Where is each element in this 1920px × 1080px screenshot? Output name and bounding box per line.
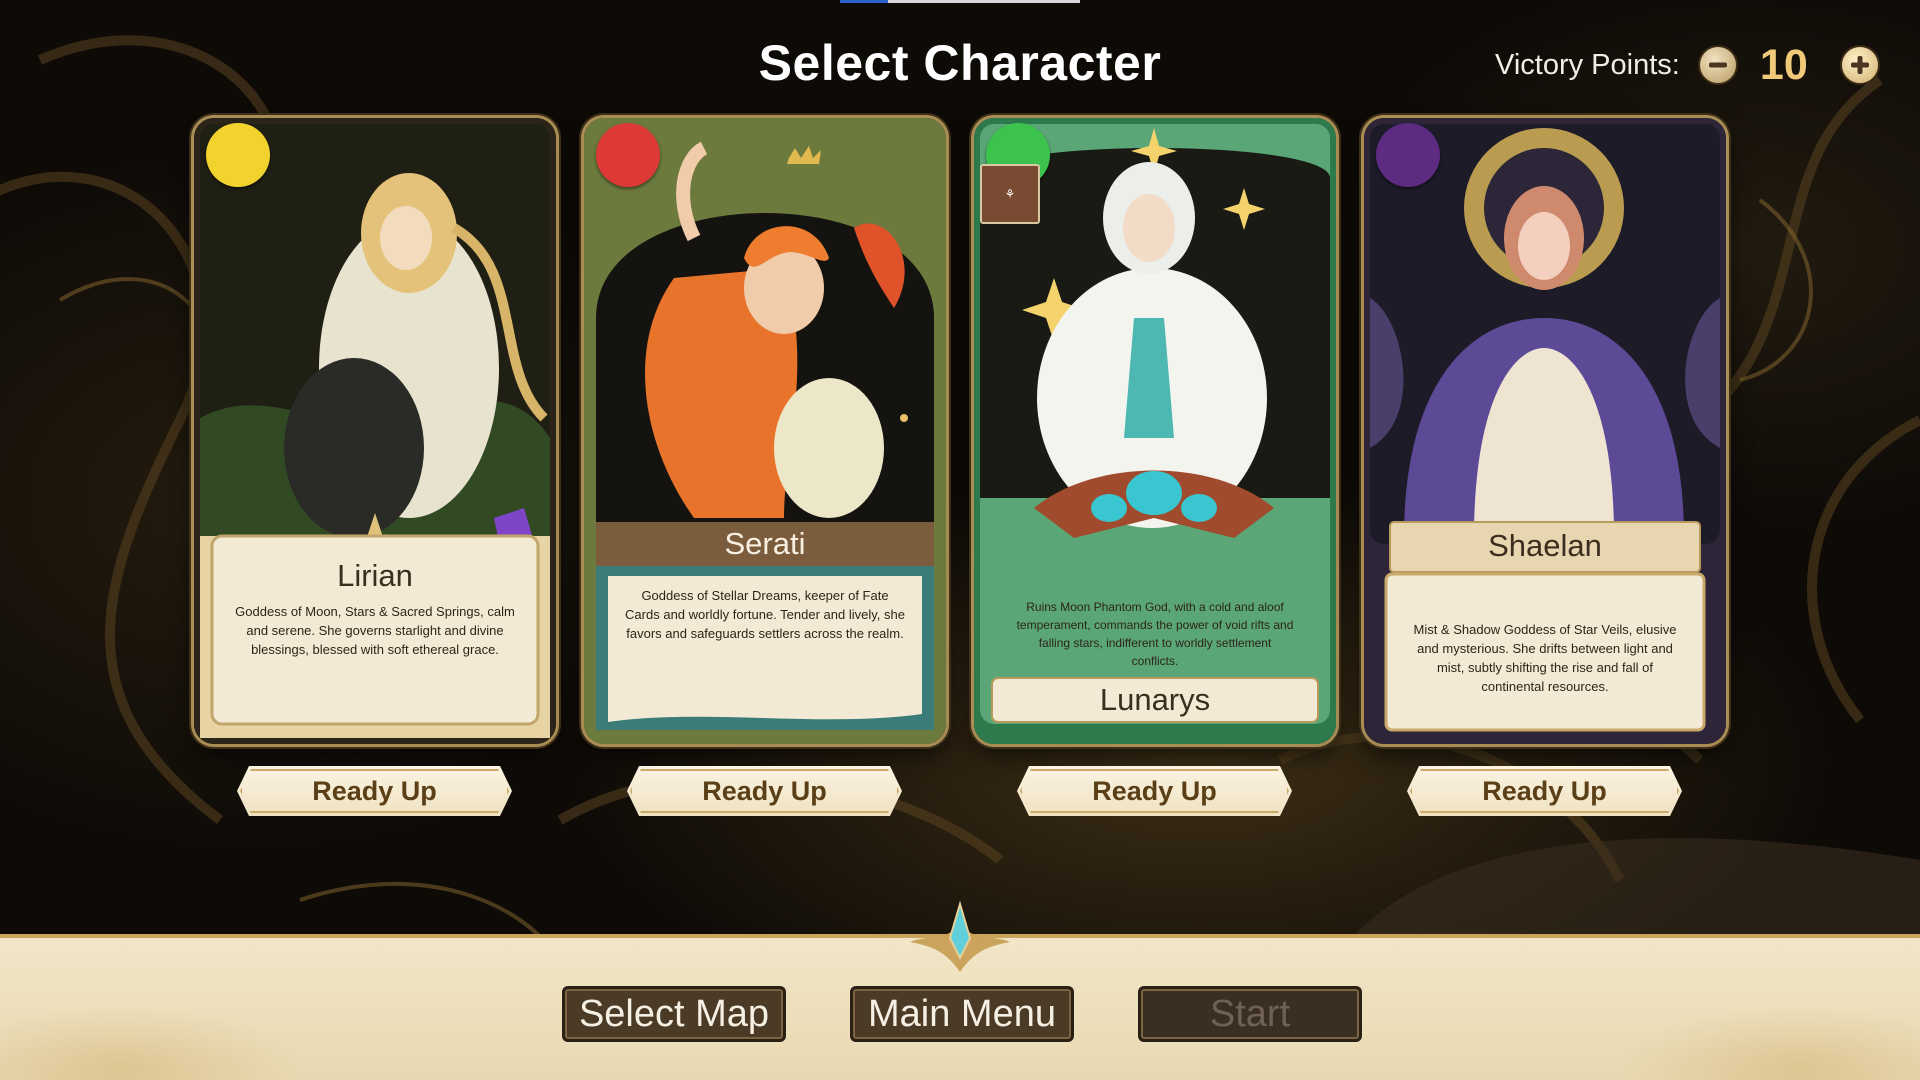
ready-up-label: Ready Up (1092, 775, 1217, 806)
main-menu-button[interactable]: Main Menu (850, 986, 1074, 1042)
window-top-indicator (840, 0, 1080, 3)
victory-points-value: 10 (1759, 40, 1808, 89)
game-screen: Select Character Victory Points: 10 Liri… (0, 0, 1920, 1080)
decrease-victory-points-button[interactable] (1697, 45, 1738, 85)
player-color-indicator (206, 123, 270, 187)
select-map-button[interactable]: Select Map (562, 986, 786, 1042)
ready-up-button-serati[interactable]: Ready Up (627, 766, 902, 816)
character-name: Lirian (337, 558, 413, 593)
start-button[interactable]: Start (1138, 986, 1362, 1042)
victory-points-control: Victory Points: 10 (1495, 38, 1880, 92)
plus-circle-icon (1850, 56, 1869, 74)
character-card-lirian[interactable]: Lirian Goddess of Moon, Stars & Sacred S… (194, 118, 556, 744)
ready-up-label: Ready Up (702, 775, 827, 806)
character-card-lunarys[interactable]: ⚘ Ruins Moon Phantom God, with a cold an… (974, 118, 1336, 744)
minus-circle-icon (1708, 62, 1727, 68)
character-description: Ruins Moon Phantom God, with a cold and … (1016, 600, 1294, 668)
character-portrait-serati (584, 118, 946, 744)
character-name: Shaelan (1488, 528, 1602, 563)
character-card-shaelan[interactable]: Shaelan Mist & Shadow Goddess of Star Ve… (1364, 118, 1726, 744)
player-color-indicator (596, 123, 660, 187)
ready-up-label: Ready Up (1482, 775, 1607, 806)
character-description: Goddess of Moon, Stars & Sacred Springs,… (235, 604, 515, 657)
character-description: Mist & Shadow Goddess of Star Veils, elu… (1413, 622, 1677, 694)
ready-up-button-lirian[interactable]: Ready Up (237, 766, 512, 816)
player-color-indicator (1376, 123, 1440, 187)
character-name: Serati (724, 526, 806, 561)
increase-victory-points-button[interactable] (1839, 45, 1880, 85)
ready-up-button-shaelan[interactable]: Ready Up (1407, 766, 1682, 816)
crest-ornament-icon (910, 900, 1010, 972)
victory-points-label: Victory Points: (1495, 48, 1680, 81)
ready-up-button-lunarys[interactable]: Ready Up (1017, 766, 1292, 816)
character-name: Lunarys (1099, 682, 1211, 717)
character-description: Goddess of Stellar Dreams, keeper of Fat… (625, 588, 905, 641)
character-card-serati[interactable]: Serati Goddess of Stellar Dreams, keeper… (584, 118, 946, 744)
ready-up-label: Ready Up (312, 775, 437, 806)
faction-emblem: ⚘ (980, 164, 1040, 224)
